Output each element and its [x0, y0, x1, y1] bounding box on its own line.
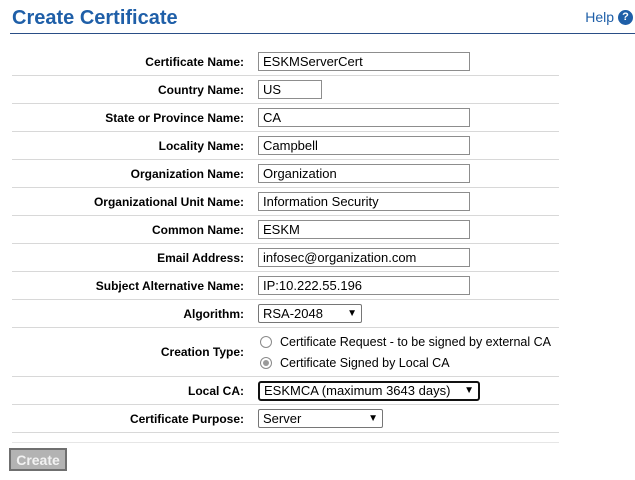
state-input[interactable]: CA — [258, 108, 470, 127]
local-ca-select[interactable]: ESKMCA (maximum 3643 days) ▼ — [258, 380, 480, 401]
radio-local-ca-icon[interactable] — [260, 356, 272, 369]
country-name-label: Country Name: — [12, 75, 251, 104]
country-name-input[interactable]: US — [258, 80, 322, 99]
chevron-down-icon: ▼ — [347, 308, 357, 319]
chevron-down-icon: ▼ — [464, 385, 474, 396]
san-label: Subject Alternative Name: — [12, 271, 251, 300]
help-link[interactable]: Help — [585, 9, 614, 25]
email-label: Email Address: — [12, 243, 251, 272]
help-icon[interactable]: ? — [618, 9, 633, 25]
purpose-value: Server — [263, 411, 302, 426]
creation-type-label: Creation Type: — [12, 327, 251, 377]
create-button[interactable]: Create — [9, 448, 67, 471]
radio-option-request[interactable]: Certificate Request - to be signed by ex… — [258, 331, 559, 352]
algorithm-select[interactable]: RSA-2048 ▼ — [258, 304, 362, 323]
page-title: Create Certificate — [12, 7, 178, 29]
email-input[interactable]: infosec@organization.com — [258, 248, 470, 267]
algorithm-value: RSA-2048 — [263, 306, 323, 321]
common-name-input[interactable]: ESKM — [258, 220, 470, 239]
organization-label: Organization Name: — [12, 159, 251, 188]
radio-request-icon[interactable] — [260, 335, 272, 348]
common-name-label: Common Name: — [12, 215, 251, 244]
organization-input[interactable]: Organization — [258, 164, 470, 183]
certificate-name-label: Certificate Name: — [12, 48, 251, 76]
radio-request-label: Certificate Request - to be signed by ex… — [280, 334, 551, 349]
chevron-down-icon: ▼ — [368, 413, 378, 424]
certificate-form: Certificate Name: ESKMServerCert Country… — [12, 48, 559, 433]
page-header: Create Certificate Help ? — [10, 6, 635, 34]
help-area: Help ? — [585, 9, 633, 25]
form-bottom-divider — [12, 442, 559, 443]
org-unit-input[interactable]: Information Security — [258, 192, 470, 211]
local-ca-value: ESKMCA (maximum 3643 days) — [264, 383, 451, 398]
radio-option-local-ca[interactable]: Certificate Signed by Local CA — [258, 352, 559, 373]
header-divider — [10, 33, 635, 34]
certificate-name-input[interactable]: ESKMServerCert — [258, 52, 470, 71]
purpose-select[interactable]: Server ▼ — [258, 409, 383, 428]
algorithm-label: Algorithm: — [12, 299, 251, 328]
san-input[interactable]: IP:10.222.55.196 — [258, 276, 470, 295]
state-label: State or Province Name: — [12, 103, 251, 132]
local-ca-label: Local CA: — [12, 376, 251, 405]
locality-label: Locality Name: — [12, 131, 251, 160]
locality-input[interactable]: Campbell — [258, 136, 470, 155]
radio-local-ca-label: Certificate Signed by Local CA — [280, 355, 450, 370]
org-unit-label: Organizational Unit Name: — [12, 187, 251, 216]
purpose-label: Certificate Purpose: — [12, 404, 251, 433]
